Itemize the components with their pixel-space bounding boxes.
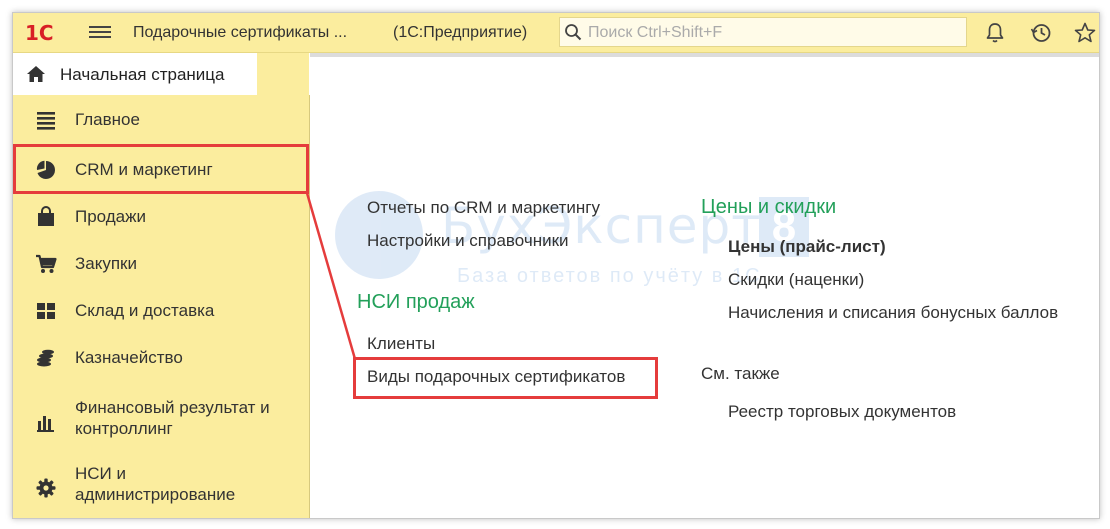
platform-label: (1С:Предприятие) xyxy=(393,24,528,41)
list-icon xyxy=(37,112,55,130)
section-heading-nsi: НСИ продаж xyxy=(357,291,475,313)
bar-chart-icon xyxy=(37,416,54,432)
link-trade-documents-register[interactable]: Реестр торговых документов xyxy=(728,402,956,422)
cart-icon xyxy=(36,254,57,273)
sidebar-item-finance[interactable]: Финансовый результат и контроллинг xyxy=(13,389,309,449)
main-content xyxy=(310,53,1099,518)
sidebar-item-label: НСИ и администрирование xyxy=(75,464,236,504)
sidebar-item-crm[interactable]: CRM и маркетинг xyxy=(13,147,309,191)
sidebar-item-purchases[interactable]: Закупки xyxy=(13,242,309,286)
sidebar-item-admin[interactable]: НСИ и администрирование xyxy=(13,455,309,515)
sidebar-header-strip xyxy=(257,53,309,95)
top-bar: 1С Подарочные сертификаты ... (1С:Предпр… xyxy=(13,13,1099,53)
search-icon xyxy=(565,24,582,41)
sidebar-item-label: Главное xyxy=(75,110,140,129)
link-clients[interactable]: Клиенты xyxy=(367,334,435,354)
pie-chart-icon xyxy=(36,160,55,179)
link-bonus-points[interactable]: Начисления и списания бонусных баллов xyxy=(728,303,1058,323)
tab-home-label: Начальная страница xyxy=(60,65,225,84)
sidebar-item-main[interactable]: Главное xyxy=(13,99,309,139)
sidebar-item-label: Казначейство xyxy=(75,348,183,367)
content-top-border xyxy=(310,53,1099,57)
tab-home[interactable]: Начальная страница xyxy=(13,53,257,98)
bell-icon[interactable] xyxy=(983,21,1007,45)
see-also-heading: См. также xyxy=(701,364,780,383)
menu-hamburger-icon[interactable] xyxy=(89,23,111,41)
sidebar-item-label: Закупки xyxy=(75,254,137,273)
sidebar-item-label: Финансовый результат и контроллинг xyxy=(75,398,270,438)
shopping-bag-icon xyxy=(38,206,54,226)
sidebar-item-label: Склад и доставка xyxy=(75,301,215,320)
logo-1c: 1С xyxy=(25,20,77,46)
sidebar-item-label: Продажи xyxy=(75,207,146,226)
home-icon xyxy=(27,66,45,82)
history-icon[interactable] xyxy=(1029,21,1053,45)
gear-icon xyxy=(36,478,56,498)
link-gift-certificate-types[interactable]: Виды подарочных сертификатов xyxy=(367,367,625,387)
coins-icon xyxy=(37,349,54,367)
link-settings-directories[interactable]: Настройки и справочники xyxy=(367,231,569,251)
link-discounts[interactable]: Скидки (наценки) xyxy=(728,270,864,290)
sidebar-item-treasury[interactable]: Казначейство xyxy=(13,336,309,380)
search-input[interactable] xyxy=(586,22,960,44)
window-title: Подарочные сертификаты ... xyxy=(133,24,348,41)
sidebar: Главное CRM и маркетинг Продажи Закупки … xyxy=(13,95,310,518)
star-icon[interactable] xyxy=(1073,21,1097,45)
app-window: 1С Подарочные сертификаты ... (1С:Предпр… xyxy=(12,12,1100,519)
sidebar-item-sales[interactable]: Продажи xyxy=(13,195,309,239)
sidebar-item-warehouse[interactable]: Склад и доставка xyxy=(13,289,309,333)
link-price-list[interactable]: Цены (прайс-лист) xyxy=(728,237,886,257)
link-crm-reports[interactable]: Отчеты по CRM и маркетингу xyxy=(367,198,600,218)
search-box[interactable] xyxy=(559,17,967,47)
sidebar-item-label: CRM и маркетинг xyxy=(75,160,213,179)
section-heading-prices: Цены и скидки xyxy=(701,196,837,218)
warehouse-grid-icon xyxy=(37,303,55,319)
logo-text: 1С xyxy=(25,21,54,45)
